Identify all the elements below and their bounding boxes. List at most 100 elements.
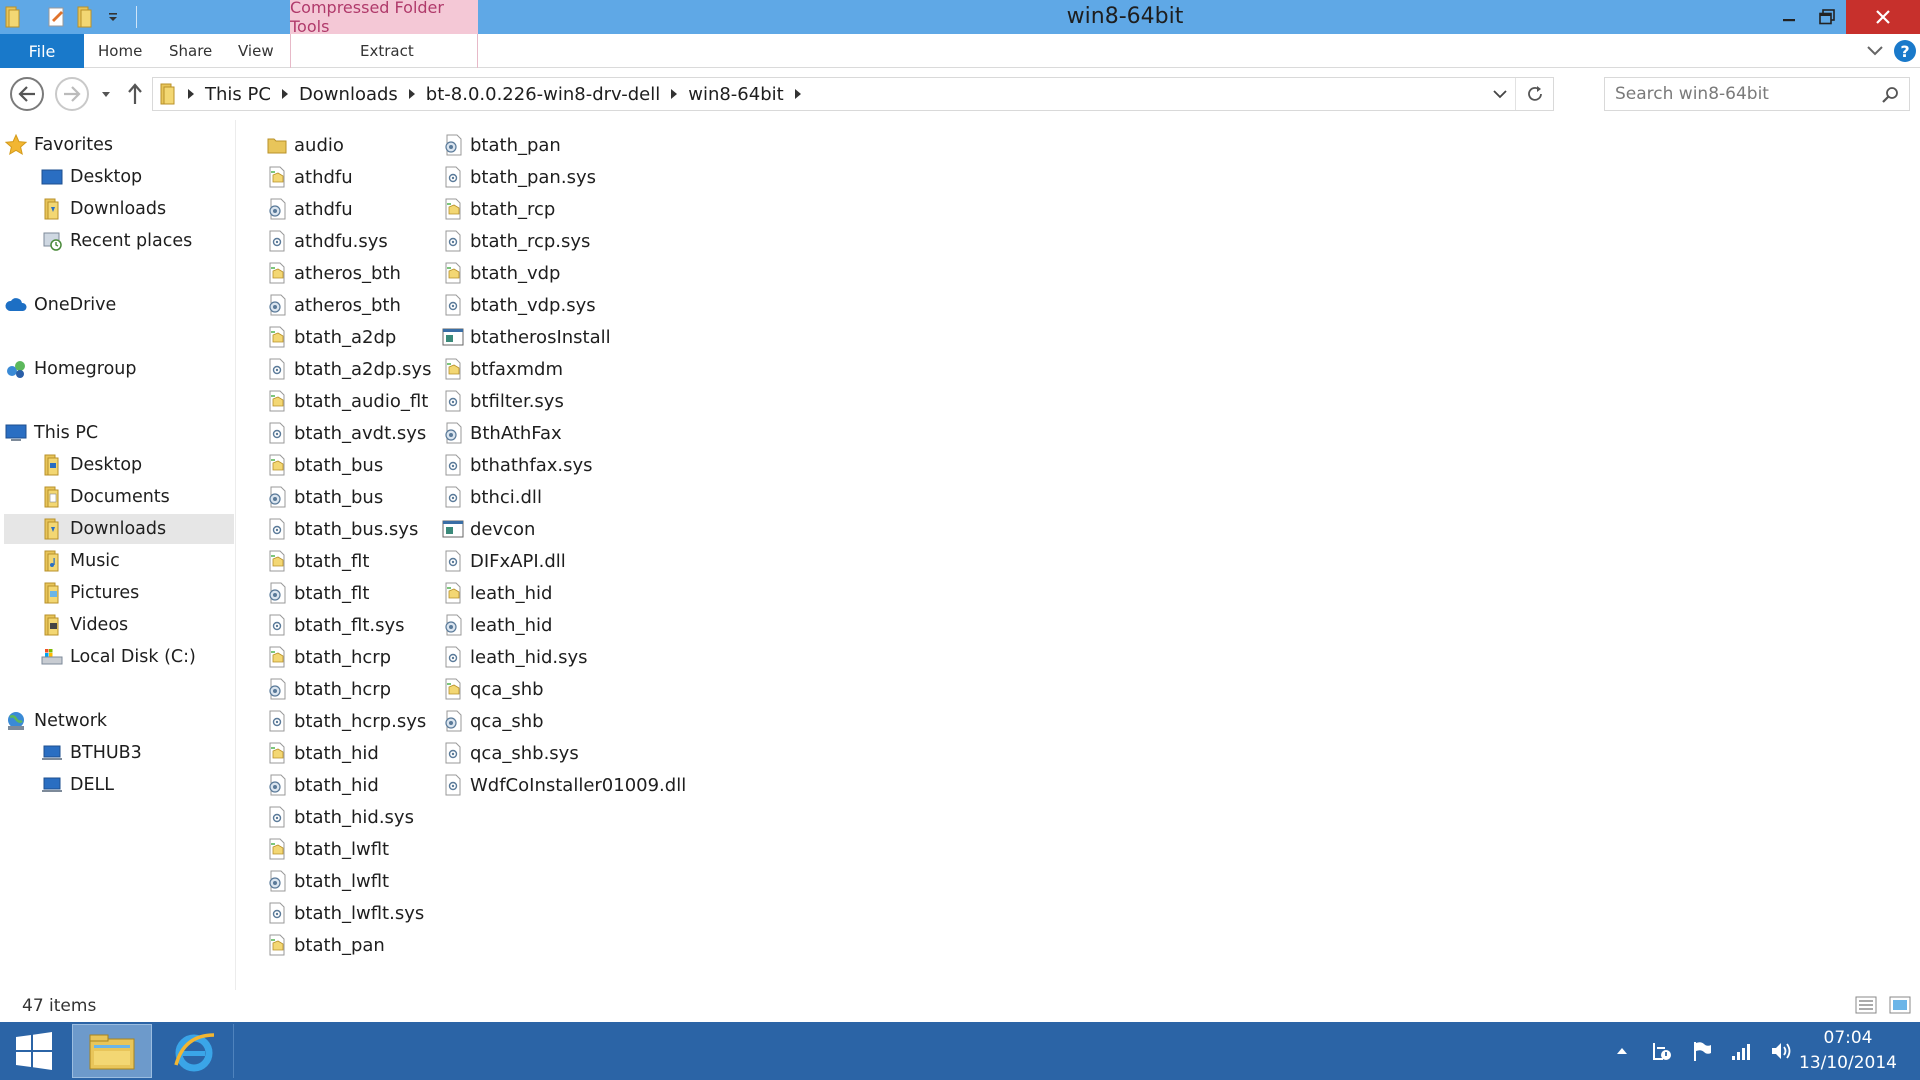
nav-dell[interactable]: DELL bbox=[4, 770, 234, 800]
search-icon[interactable] bbox=[1881, 86, 1899, 108]
list-item[interactable]: WdfCoInstaller01009.dll bbox=[442, 770, 686, 800]
nav-downloads[interactable]: Downloads bbox=[4, 514, 234, 544]
list-item[interactable]: btfaxmdm bbox=[442, 354, 563, 384]
list-item[interactable]: btath_vdp.sys bbox=[442, 290, 596, 320]
list-item[interactable]: athdfu.sys bbox=[266, 226, 388, 256]
network-signal-icon[interactable] bbox=[1730, 1039, 1754, 1063]
folder-app-icon[interactable] bbox=[2, 6, 24, 28]
chevron-down-icon[interactable] bbox=[1491, 85, 1509, 103]
list-item[interactable]: btath_bus bbox=[266, 450, 383, 480]
list-item[interactable]: btath_a2dp bbox=[266, 322, 396, 352]
nav-this-pc[interactable]: This PC bbox=[4, 418, 234, 448]
nav-pictures[interactable]: Pictures bbox=[4, 578, 234, 608]
list-item[interactable]: leath_hid bbox=[442, 610, 552, 640]
nav-recent-places[interactable]: Recent places bbox=[4, 226, 234, 256]
list-item[interactable]: btath_hcrp bbox=[266, 674, 391, 704]
nav-desktop[interactable]: Desktop bbox=[4, 162, 234, 192]
recent-locations-dropdown[interactable] bbox=[100, 86, 112, 102]
list-item[interactable]: btath_hcrp bbox=[266, 642, 391, 672]
list-item[interactable]: btath_audio_flt bbox=[266, 386, 428, 416]
tab-home[interactable]: Home bbox=[98, 34, 142, 68]
large-icons-view-icon[interactable] bbox=[1888, 994, 1912, 1016]
action-center-flag-icon[interactable] bbox=[1690, 1039, 1714, 1063]
expand-ribbon-icon[interactable] bbox=[1866, 42, 1884, 61]
nav-downloads-favorite[interactable]: Downloads bbox=[4, 194, 234, 224]
nav-bthub3[interactable]: BTHUB3 bbox=[4, 738, 234, 768]
system-clock[interactable]: 07:04 13/10/2014 bbox=[1780, 1026, 1916, 1076]
nav-this-pc-desktop[interactable]: Desktop bbox=[4, 450, 234, 480]
list-item[interactable]: athdfu bbox=[266, 162, 353, 192]
nav-favorites[interactable]: Favorites bbox=[4, 130, 234, 160]
list-item[interactable]: btath_pan bbox=[442, 130, 561, 160]
nav-music[interactable]: Music bbox=[4, 546, 234, 576]
list-item[interactable]: btath_flt bbox=[266, 546, 369, 576]
start-button[interactable] bbox=[0, 1022, 68, 1080]
list-item[interactable]: audio bbox=[266, 130, 344, 160]
nav-onedrive[interactable]: OneDrive bbox=[4, 290, 234, 320]
device-status-icon[interactable] bbox=[1650, 1039, 1674, 1063]
list-item[interactable]: BthAthFax bbox=[442, 418, 562, 448]
list-item[interactable]: devcon bbox=[442, 514, 535, 544]
crumb-downloads[interactable]: Downloads bbox=[299, 84, 398, 105]
list-item[interactable]: btath_hcrp.sys bbox=[266, 706, 426, 736]
nav-local-disk[interactable]: Local Disk (C:) bbox=[4, 642, 234, 672]
chevron-right-icon[interactable] bbox=[660, 88, 688, 100]
list-item[interactable]: btath_lwflt bbox=[266, 866, 389, 896]
forward-button[interactable] bbox=[55, 77, 89, 111]
crumb-win8-64bit[interactable]: win8-64bit bbox=[688, 84, 783, 105]
list-item[interactable]: btath_flt bbox=[266, 578, 369, 608]
nav-documents[interactable]: Documents bbox=[4, 482, 234, 512]
list-item[interactable]: btath_bus bbox=[266, 482, 383, 512]
list-item[interactable]: qca_shb bbox=[442, 706, 544, 736]
chevron-right-icon[interactable] bbox=[398, 88, 426, 100]
chevron-right-icon[interactable] bbox=[177, 88, 205, 100]
tab-share[interactable]: Share bbox=[169, 34, 212, 68]
search-input[interactable] bbox=[1605, 84, 1865, 104]
list-item[interactable]: qca_shb bbox=[442, 674, 544, 704]
close-button[interactable] bbox=[1846, 0, 1920, 34]
tab-extract[interactable]: Extract bbox=[360, 34, 414, 68]
list-item[interactable]: btath_flt.sys bbox=[266, 610, 405, 640]
crumb-this-pc[interactable]: This PC bbox=[205, 84, 271, 105]
internet-explorer-icon[interactable] bbox=[154, 1024, 234, 1078]
list-item[interactable]: atheros_bth bbox=[266, 290, 401, 320]
address-bar[interactable]: This PC Downloads bt-8.0.0.226-win8-drv-… bbox=[152, 77, 1554, 111]
list-item[interactable]: bthci.dll bbox=[442, 482, 542, 512]
list-item[interactable]: btath_hid bbox=[266, 770, 379, 800]
list-item[interactable]: athdfu bbox=[266, 194, 353, 224]
list-item[interactable]: btath_pan bbox=[266, 930, 385, 960]
list-item[interactable]: btath_hid.sys bbox=[266, 802, 414, 832]
list-item[interactable]: atheros_bth bbox=[266, 258, 401, 288]
list-item[interactable]: btath_lwflt.sys bbox=[266, 898, 424, 928]
list-item[interactable]: btath_hid bbox=[266, 738, 379, 768]
details-view-icon[interactable] bbox=[1854, 994, 1878, 1016]
tab-file[interactable]: File bbox=[0, 34, 84, 68]
list-item[interactable]: btath_bus.sys bbox=[266, 514, 418, 544]
list-item[interactable]: leath_hid.sys bbox=[442, 642, 588, 672]
chevron-right-icon[interactable] bbox=[784, 88, 812, 100]
list-item[interactable]: leath_hid bbox=[442, 578, 552, 608]
list-item[interactable]: btath_a2dp.sys bbox=[266, 354, 431, 384]
refresh-icon[interactable] bbox=[1515, 78, 1553, 110]
crumb-driver-package[interactable]: bt-8.0.0.226-win8-drv-dell bbox=[426, 84, 660, 105]
list-item[interactable]: btatherosInstall bbox=[442, 322, 611, 352]
nav-videos[interactable]: Videos bbox=[4, 610, 234, 640]
chevron-right-icon[interactable] bbox=[271, 88, 299, 100]
new-folder-icon[interactable] bbox=[74, 6, 96, 28]
list-item[interactable]: btath_lwflt bbox=[266, 834, 389, 864]
list-item[interactable]: btath_vdp bbox=[442, 258, 560, 288]
restore-button[interactable] bbox=[1808, 0, 1846, 34]
show-hidden-icons-icon[interactable] bbox=[1610, 1039, 1634, 1063]
list-item[interactable]: btath_pan.sys bbox=[442, 162, 596, 192]
file-explorer-taskbar-button[interactable] bbox=[72, 1024, 152, 1078]
list-item[interactable]: qca_shb.sys bbox=[442, 738, 579, 768]
list-item[interactable]: btath_avdt.sys bbox=[266, 418, 426, 448]
up-button[interactable] bbox=[124, 80, 146, 108]
back-button[interactable] bbox=[10, 77, 44, 111]
list-item[interactable]: DIFxAPI.dll bbox=[442, 546, 566, 576]
tab-view[interactable]: View bbox=[238, 34, 274, 68]
nav-homegroup[interactable]: Homegroup bbox=[4, 354, 234, 384]
customize-qat-icon[interactable] bbox=[102, 6, 124, 28]
minimize-button[interactable] bbox=[1770, 0, 1808, 34]
list-item[interactable]: btath_rcp bbox=[442, 194, 555, 224]
